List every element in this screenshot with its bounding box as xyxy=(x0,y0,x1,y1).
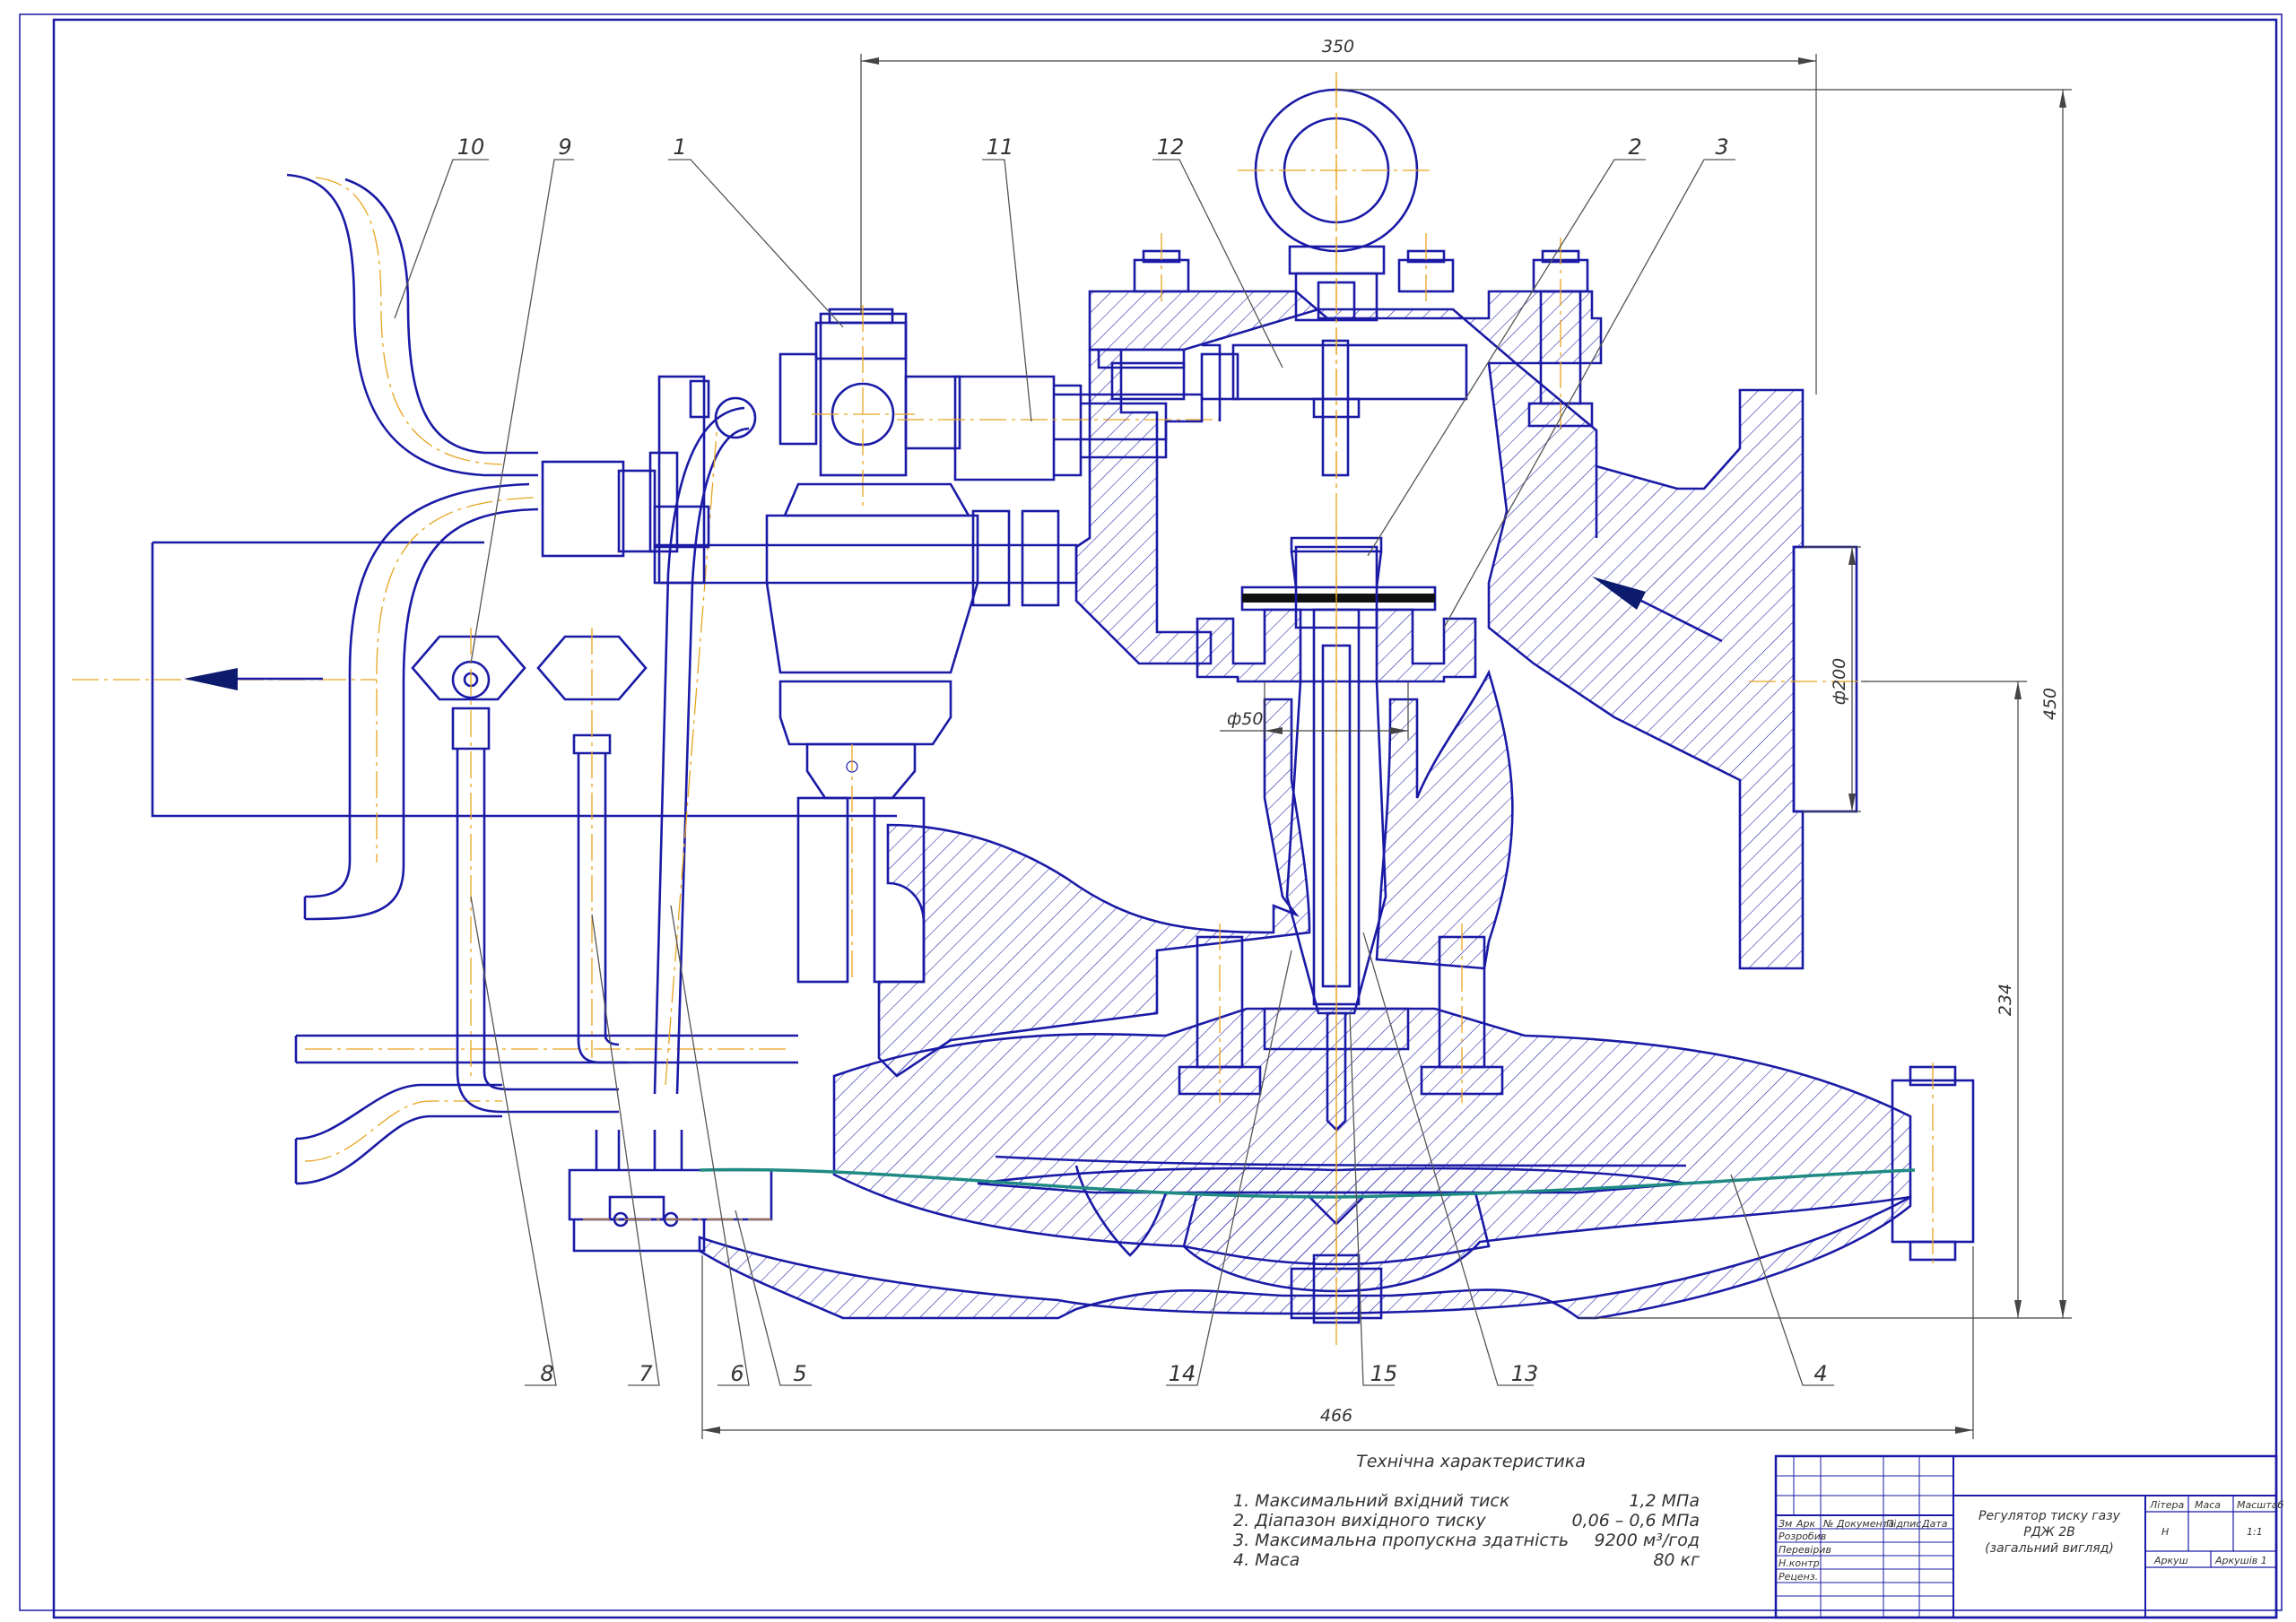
stamp-header-cell: Підпис xyxy=(1886,1518,1921,1530)
svg-text:14: 14 xyxy=(1169,1361,1196,1386)
svg-text:8: 8 xyxy=(540,1361,553,1386)
callout-9: 9 xyxy=(470,134,574,664)
svg-text:3: 3 xyxy=(1715,134,1728,160)
stamp-subtitle: (загальний вигляд) xyxy=(1985,1541,2114,1556)
stamp-litera-value: Н xyxy=(2161,1526,2169,1538)
stamp-row-label: Розробив xyxy=(1779,1531,1826,1542)
stamp-sheet-label: Аркуш xyxy=(2153,1555,2188,1566)
spec-item-value: 1,2 МПа xyxy=(1629,1491,1700,1511)
svg-text:450: 450 xyxy=(2040,688,2060,720)
spec-item-value: 80 кг xyxy=(1653,1550,1700,1570)
stamp-designation: РДЖ 2В xyxy=(2023,1525,2074,1540)
svg-text:10: 10 xyxy=(457,134,485,160)
lower-pipe xyxy=(294,1034,798,1185)
spec-item-value: 9200 м³/год xyxy=(1595,1531,1700,1550)
callout-1: 1 xyxy=(668,134,844,328)
dim-d200: ф200 xyxy=(1803,546,1861,812)
svg-text:234: 234 xyxy=(1996,984,2015,1016)
svg-text:12: 12 xyxy=(1157,134,1185,160)
stamp-header-cell: № Документа xyxy=(1822,1518,1894,1530)
svg-text:9: 9 xyxy=(558,134,571,160)
stamp-sheets-label: Аркушів 1 xyxy=(2214,1555,2267,1566)
outer-border xyxy=(19,13,2283,1611)
spec-item-label: 1. Максимальний вхідний тиск xyxy=(1233,1491,1510,1511)
spec-item-label: 3. Максимальна пропускна здатність xyxy=(1233,1531,1569,1550)
svg-text:350: 350 xyxy=(1322,37,1354,56)
svg-text:15: 15 xyxy=(1370,1361,1398,1386)
stamp-row-label: Реценз. xyxy=(1779,1571,1818,1583)
stamp-title: Регулятор тиску газу xyxy=(1979,1509,2121,1523)
stamp-header-cell: Зм xyxy=(1779,1518,1792,1530)
svg-text:ф50: ф50 xyxy=(1227,709,1263,729)
svg-text:4: 4 xyxy=(1813,1361,1827,1386)
stamp-header-cell: Арк xyxy=(1796,1518,1816,1530)
stamp-scale-value: 1:1 xyxy=(2247,1526,2263,1538)
spec-title: Технічна характеристика xyxy=(1356,1452,1586,1471)
flow-arrow-out xyxy=(184,668,323,690)
svg-text:466: 466 xyxy=(1320,1406,1352,1426)
technical-specification: Технічна характеристика 1. Максимальний … xyxy=(1233,1452,1700,1570)
stamp-header-cell: Дата xyxy=(1921,1518,1948,1530)
callout-8: 8 xyxy=(470,896,557,1386)
svg-text:11: 11 xyxy=(987,134,1014,160)
svg-text:6: 6 xyxy=(730,1361,744,1386)
stamp-row-label: Н.контр xyxy=(1779,1557,1820,1569)
svg-text:ф200: ф200 xyxy=(1830,658,1849,706)
spec-item-label: 4. Маса xyxy=(1233,1550,1300,1570)
title-block: Зм Арк № Документа Підпис Дата Розробив … xyxy=(1774,1454,2283,1619)
gauge-7 xyxy=(536,628,648,1064)
spec-item-label: 2. Діапазон вихідного тиску xyxy=(1233,1511,1486,1531)
callout-7: 7 xyxy=(591,914,660,1386)
svg-text:7: 7 xyxy=(639,1361,653,1386)
technical-drawing: 350 450 234 ф200 ф50 466 10 9 1 11 12 2 … xyxy=(19,13,2283,1619)
sensing-tube-10 xyxy=(286,173,539,921)
stamp-mass-label: Маса xyxy=(2195,1499,2221,1511)
svg-text:2: 2 xyxy=(1628,134,1641,160)
stamp-scale-label: Масштаб xyxy=(2237,1499,2283,1511)
callout-11: 11 xyxy=(982,134,1032,422)
svg-text:5: 5 xyxy=(793,1361,806,1386)
spec-item-value: 0,06 – 0,6 МПа xyxy=(1572,1511,1700,1531)
svg-text:1: 1 xyxy=(673,134,686,160)
svg-text:13: 13 xyxy=(1511,1361,1539,1386)
stamp-litera-label: Літера xyxy=(2149,1499,2184,1511)
stamp-row-label: Перевірив xyxy=(1779,1544,1831,1556)
